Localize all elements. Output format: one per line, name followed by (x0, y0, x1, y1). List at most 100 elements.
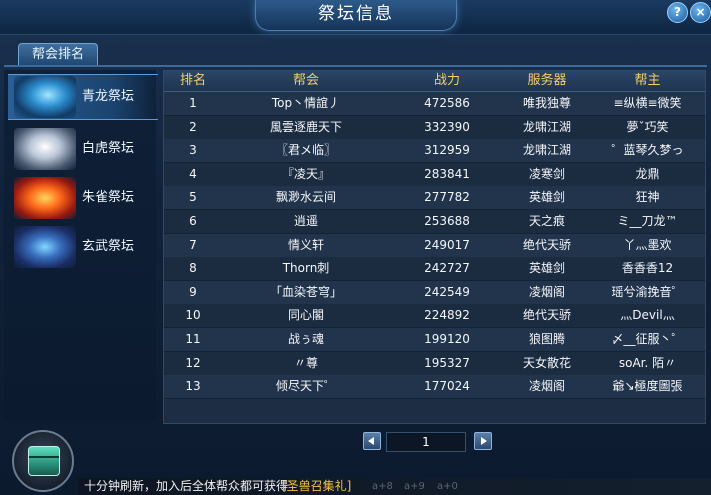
altar-info-window: 祭坛信息 ? × 帮会排名 青龙祭坛 白虎祭坛 朱雀祭坛 玄武祭坛 排名 帮会 … (0, 0, 711, 495)
cell-guild: 「血染苍穹」 (269, 284, 342, 299)
table-row[interactable]: 4 『凌天』 283841 凌寒剑 龙鼎 (164, 162, 705, 187)
cell-leader: 香香香12 (621, 261, 674, 276)
cell-server: 狼图腾 (528, 332, 565, 346)
cell-server: 龙啸江湖 (522, 119, 571, 134)
cell-power: 242727 (424, 261, 470, 276)
cell-power: 177024 (424, 379, 470, 394)
table-header: 排名 帮会 战力 服务器 帮主 (164, 71, 705, 92)
cell-leader: ゜蓝琴久梦っ (611, 143, 684, 158)
reward-link[interactable]: [圣兽召集礼] (282, 478, 351, 495)
prev-page-button[interactable] (363, 432, 381, 450)
cell-guild: 情义轩 (287, 237, 324, 252)
next-page-button[interactable] (474, 432, 492, 450)
table-row[interactable]: 13 倾尽天下゜ 177024 凌烟阁 爺↘極度圖張 (164, 375, 705, 400)
refresh-notice: 十分钟刷新，加入后全体帮众都可获得 (84, 479, 289, 493)
cell-power: 249017 (424, 237, 470, 252)
cell-leader: ミ__刀龙™ (617, 214, 678, 228)
cell-power: 224892 (424, 308, 470, 323)
reward-chest-button[interactable] (12, 430, 74, 492)
cell-guild: 逍遥 (293, 214, 318, 228)
cell-rank: 9 (189, 284, 197, 299)
cell-server: 凌烟阁 (528, 284, 565, 299)
cell-rank: 12 (185, 355, 201, 370)
cell-leader: soAr. 陌〃 (618, 355, 677, 370)
cell-server: 凌寒剑 (528, 166, 565, 181)
table-row[interactable]: 5 飘渺水云间 277782 英雄剑 狂神 (164, 186, 705, 211)
azure-dragon-icon (14, 76, 76, 118)
table-row[interactable]: 10 同心閣 224892 绝代天骄 灬Devil灬 (164, 304, 705, 329)
cell-guild: 飘渺水云间 (275, 190, 336, 205)
faded-label: a+0 (437, 481, 458, 492)
table-row[interactable]: 2 風雲逐鹿天下 332390 龙啸江湖 夢ˇ巧笑 (164, 115, 705, 140)
page-number: 1 (386, 432, 466, 452)
altar-sidebar: 青龙祭坛 白虎祭坛 朱雀祭坛 玄武祭坛 (4, 70, 158, 420)
cell-leader: 夢ˇ巧笑 (626, 119, 669, 134)
cell-leader: 丫灬墨欢 (623, 237, 672, 252)
header-rank: 排名 (179, 73, 206, 88)
cell-rank: 5 (189, 190, 197, 205)
cell-power: 312959 (424, 143, 470, 158)
cell-rank: 13 (185, 379, 201, 394)
cell-server: 英雄剑 (528, 190, 565, 205)
cell-guild: 倾尽天下゜ (275, 379, 336, 394)
cell-rank: 2 (189, 119, 197, 134)
cell-leader: 瑶兮渝挽音゜ (611, 284, 684, 299)
altar-label: 白虎祭坛 (82, 141, 135, 156)
cell-server: 天女散花 (522, 355, 571, 370)
cell-server: 唯我独尊 (522, 96, 571, 110)
table-row[interactable]: 1 Top丶情誼丿 472586 唯我独尊 ≡纵横≡微笑 (164, 92, 705, 116)
cell-rank: 6 (189, 214, 197, 228)
chest-lid (29, 456, 59, 458)
table-row[interactable]: 7 情义轩 249017 绝代天骄 丫灬墨欢 (164, 233, 705, 258)
cell-leader: 狂神 (635, 190, 660, 205)
cell-rank: 4 (189, 166, 197, 181)
cell-server: 天之痕 (528, 214, 565, 228)
tab-divider (4, 65, 707, 67)
altar-label: 朱雀祭坛 (82, 190, 135, 205)
cell-server: 绝代天骄 (522, 237, 571, 252)
header-leader: 帮主 (634, 73, 661, 88)
altar-item-qinglong[interactable]: 青龙祭坛 (8, 74, 158, 120)
cell-power: 199120 (424, 332, 470, 346)
header-guild: 帮会 (292, 73, 319, 88)
table-row[interactable]: 11 战ぅ魂 199120 狼图腾 〆__征服丶゜ (164, 328, 705, 352)
arrow-left-icon (368, 437, 374, 445)
cell-server: 凌烟阁 (528, 379, 565, 394)
cell-server: 龙啸江湖 (522, 143, 571, 158)
cell-power: 242549 (424, 284, 470, 299)
white-tiger-icon (14, 128, 76, 170)
cell-power: 195327 (424, 355, 470, 370)
cell-guild: 〖君メ临〗 (275, 143, 336, 158)
altar-item-xuanwu[interactable]: 玄武祭坛 (8, 225, 158, 269)
cell-leader: 〆__征服丶゜ (611, 332, 684, 346)
cell-power: 332390 (424, 119, 470, 134)
cell-rank: 11 (185, 332, 201, 346)
header-power: 战力 (433, 73, 460, 88)
cell-power: 253688 (424, 214, 470, 228)
faded-label: a+8 (372, 481, 393, 492)
table-row[interactable]: 9 「血染苍穹」 242549 凌烟阁 瑶兮渝挽音゜ (164, 280, 705, 305)
arrow-right-icon (481, 437, 487, 445)
cell-power: 472586 (424, 96, 470, 110)
cell-server: 英雄剑 (528, 261, 565, 276)
help-button[interactable]: ? (667, 2, 688, 23)
cell-guild: 『凌天』 (281, 166, 330, 181)
table-row[interactable]: 12 〃尊 195327 天女散花 soAr. 陌〃 (164, 351, 705, 376)
cell-guild: 風雲逐鹿天下 (269, 119, 342, 134)
altar-item-baihu[interactable]: 白虎祭坛 (8, 127, 158, 171)
table-row[interactable]: 3 〖君メ临〗 312959 龙啸江湖 ゜蓝琴久梦っ (164, 139, 705, 164)
cell-leader: 爺↘極度圖張 (612, 379, 683, 394)
table-row[interactable]: 8 Thorn刺 242727 英雄剑 香香香12 (164, 257, 705, 282)
cell-rank: 7 (189, 237, 197, 252)
altar-label: 青龙祭坛 (82, 89, 135, 104)
altar-item-zhuque[interactable]: 朱雀祭坛 (8, 176, 158, 220)
cell-guild: Top丶情誼丿 (271, 96, 341, 110)
cell-guild: 同心閣 (287, 308, 324, 323)
cell-guild: 战ぅ魂 (287, 332, 324, 346)
cell-rank: 1 (189, 96, 197, 110)
close-button[interactable]: × (690, 2, 711, 23)
table-row[interactable]: 6 逍遥 253688 天之痕 ミ__刀龙™ (164, 210, 705, 234)
cell-guild: Thorn刺 (282, 261, 330, 276)
tab-guild-ranking[interactable]: 帮会排名 (18, 43, 98, 66)
cell-power: 283841 (424, 166, 470, 181)
